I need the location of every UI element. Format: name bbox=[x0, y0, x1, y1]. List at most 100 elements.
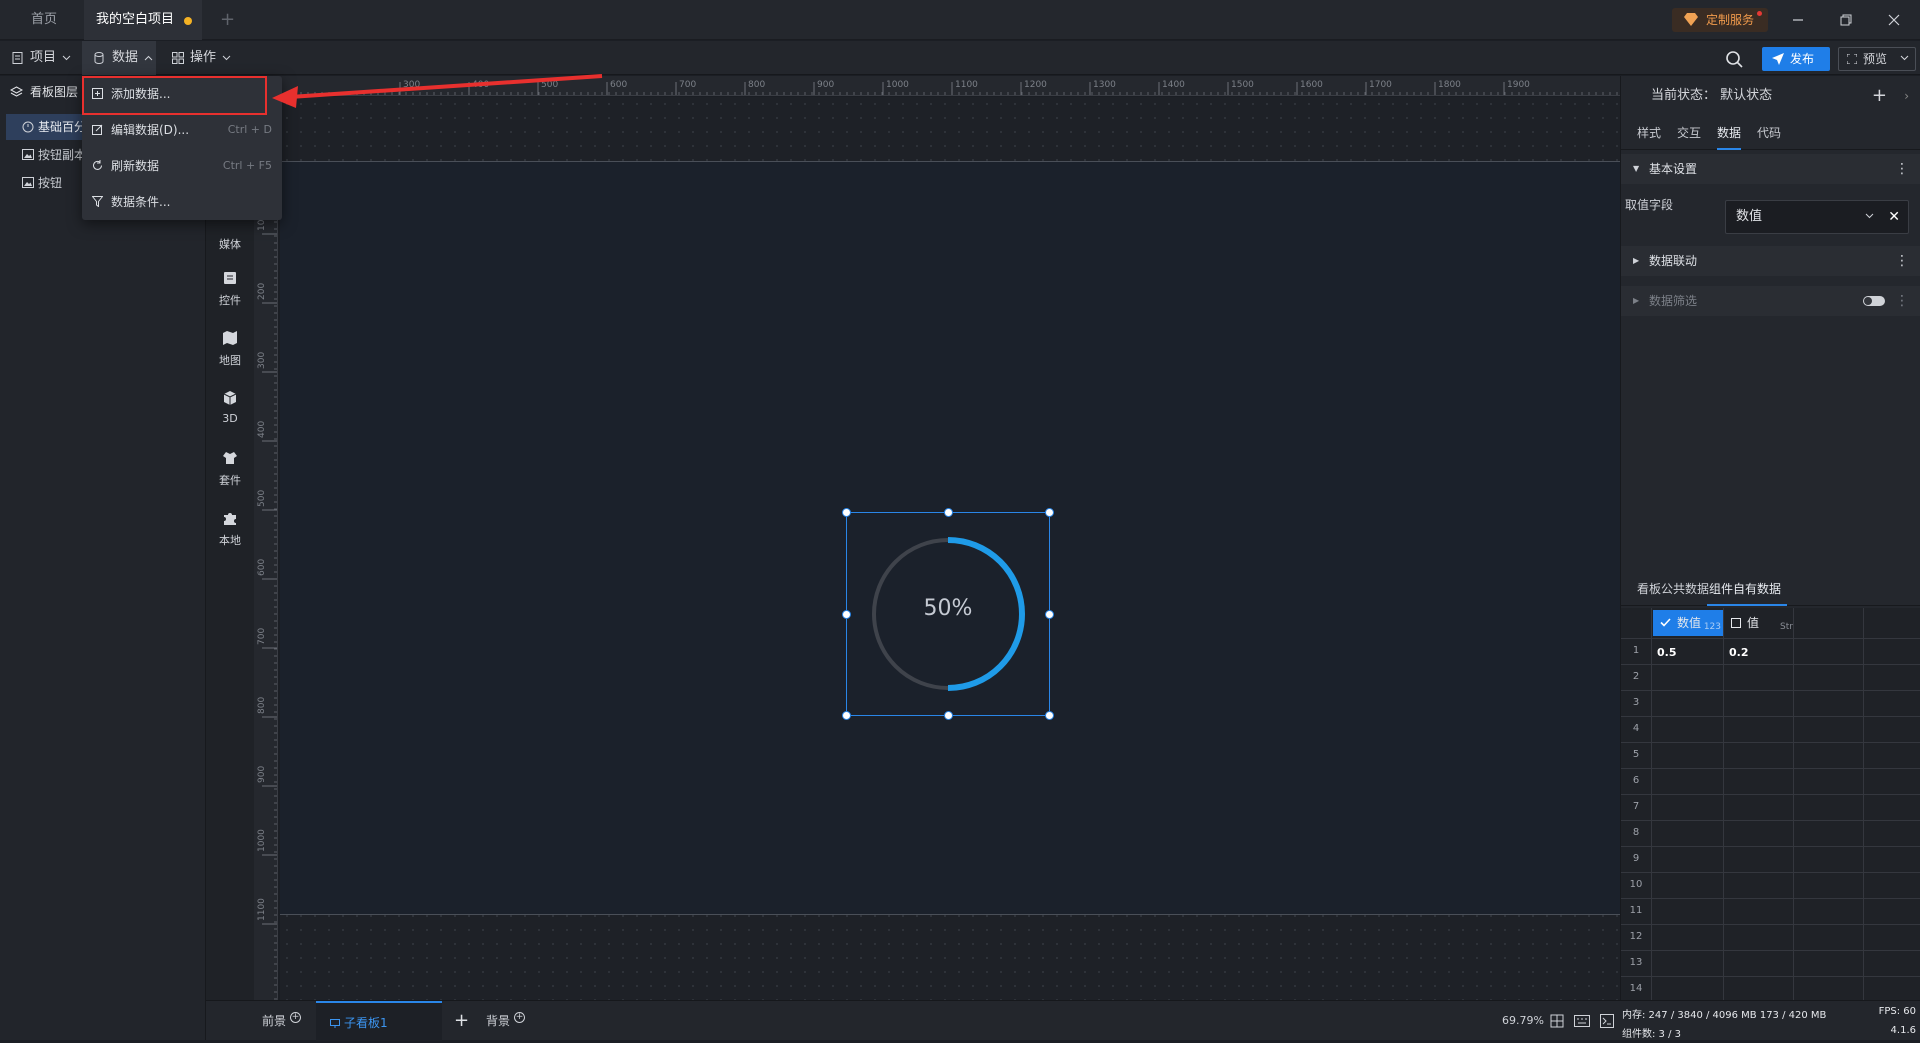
category-local[interactable]: 本地 bbox=[206, 502, 254, 552]
ruler-label: 600 bbox=[610, 80, 627, 90]
caret-down-icon: ▼ bbox=[1633, 164, 1640, 173]
tab-project[interactable]: 我的空白项目 bbox=[84, 0, 202, 40]
section-data-link[interactable]: ▶ 数据联动 ⋮ bbox=[1621, 246, 1920, 276]
grid-row-line bbox=[1621, 820, 1920, 821]
memory-status: 内存: 247 / 3840 / 4096 MB 173 / 420 MB bbox=[1622, 1010, 1827, 1021]
data-filter-toggle[interactable] bbox=[1863, 296, 1885, 306]
chevron-right-icon[interactable]: › bbox=[1904, 76, 1909, 116]
current-state-label: 当前状态： 默认状态 bbox=[1651, 88, 1773, 103]
menu-data-label: 数据 bbox=[112, 50, 139, 65]
tab-sub-board[interactable]: 子看板1 bbox=[316, 1001, 442, 1041]
tab-foreground[interactable]: 前景 + bbox=[262, 1001, 302, 1041]
tab-own-data[interactable]: 组件自有数据 bbox=[1707, 572, 1787, 606]
layers-icon bbox=[10, 86, 23, 97]
category-label: 套件 bbox=[219, 474, 241, 487]
menu-item-edit-data[interactable]: 编辑数据(D)... Ctrl + D bbox=[82, 112, 282, 148]
menu-item-label: 刷新数据 bbox=[111, 159, 160, 173]
row-number: 12 bbox=[1629, 931, 1643, 942]
add-circle-icon[interactable]: + bbox=[290, 1012, 302, 1023]
resize-handle-sw[interactable] bbox=[842, 711, 851, 720]
fullscreen-icon bbox=[1847, 54, 1857, 64]
resize-handle-ne[interactable] bbox=[1045, 508, 1054, 517]
more-icon[interactable]: ⋮ bbox=[1895, 246, 1909, 276]
tab-data[interactable]: 数据 bbox=[1717, 116, 1742, 150]
category-label: 本地 bbox=[219, 534, 241, 547]
document-icon bbox=[12, 52, 23, 64]
column-header-val[interactable]: 值 Str bbox=[1725, 610, 1795, 636]
more-icon[interactable]: ⋮ bbox=[1895, 154, 1909, 184]
category-widget[interactable]: 控件 bbox=[206, 262, 254, 312]
menu-data[interactable]: 数据 bbox=[82, 41, 156, 75]
resize-handle-w[interactable] bbox=[842, 610, 851, 619]
minimize-button[interactable] bbox=[1776, 0, 1820, 40]
add-state-button[interactable]: + bbox=[1872, 76, 1887, 116]
row-number: 9 bbox=[1632, 853, 1640, 864]
category-label: 地图 bbox=[219, 354, 241, 367]
column-type: Str bbox=[1780, 622, 1793, 632]
tab-background[interactable]: 背景 + bbox=[486, 1001, 526, 1041]
ruler-vertical[interactable]: 100 200 300 400 500 600 700 800 900 1000 1100 bbox=[254, 96, 278, 1000]
data-grid[interactable]: 数值 123 值 Str 1 2 3 4 5 6 7 8 9 10 11 12 13 14 0.5 0.2 bbox=[1621, 608, 1920, 1000]
add-tab-button[interactable]: + bbox=[208, 0, 235, 40]
resize-handle-se[interactable] bbox=[1045, 711, 1054, 720]
value-field-select[interactable]: 数值 ✕ bbox=[1725, 200, 1909, 234]
canvas-area[interactable]: 50% bbox=[280, 97, 1620, 1000]
custom-service-button[interactable]: 定制服务 bbox=[1672, 8, 1768, 32]
close-button[interactable] bbox=[1872, 0, 1916, 40]
category-label: 控件 bbox=[219, 294, 241, 307]
restore-button[interactable] bbox=[1824, 0, 1868, 40]
fit-screen-icon[interactable] bbox=[1550, 1014, 1564, 1028]
menu-item-data-condition[interactable]: 数据条件... bbox=[82, 184, 282, 220]
notification-dot bbox=[1757, 11, 1762, 16]
database-icon bbox=[94, 52, 104, 64]
add-board-button[interactable]: + bbox=[454, 1001, 469, 1041]
keyboard-icon[interactable] bbox=[1574, 1015, 1590, 1027]
selected-percent-component[interactable]: 50% bbox=[842, 508, 1054, 720]
resize-handle-s[interactable] bbox=[944, 711, 953, 720]
publish-button[interactable]: 发布 bbox=[1762, 47, 1830, 71]
section-title: 数据联动 bbox=[1649, 254, 1698, 268]
tab-code[interactable]: 代码 bbox=[1757, 116, 1781, 150]
menu-project[interactable]: 项目 bbox=[0, 41, 82, 75]
grid-cell[interactable]: 0.5 bbox=[1657, 646, 1677, 659]
tab-style[interactable]: 样式 bbox=[1637, 116, 1661, 150]
menu-item-shortcut: Ctrl + D bbox=[227, 123, 272, 136]
ruler-label: 500 bbox=[257, 490, 267, 507]
layer-item-label: 基础百分 bbox=[38, 120, 87, 134]
menu-item-refresh-data[interactable]: 刷新数据 Ctrl + F5 bbox=[82, 148, 282, 184]
clear-icon[interactable]: ✕ bbox=[1888, 201, 1900, 233]
highlight-box bbox=[82, 76, 267, 115]
section-basic-settings[interactable]: ▼ 基本设置 ⋮ bbox=[1621, 154, 1920, 184]
menu-item-label: 编辑数据(D)... bbox=[111, 123, 190, 137]
row-number: 11 bbox=[1629, 905, 1643, 916]
dashboard-board[interactable]: 50% bbox=[280, 161, 1620, 915]
resize-handle-e[interactable] bbox=[1045, 610, 1054, 619]
grid-cell[interactable]: 0.2 bbox=[1729, 646, 1749, 659]
column-header-value[interactable]: 数值 123 bbox=[1653, 610, 1723, 636]
section-data-filter[interactable]: ▶ 数据筛选 ⋮ bbox=[1621, 286, 1920, 316]
category-3d[interactable]: 3D bbox=[206, 382, 254, 432]
category-label: 3D bbox=[222, 412, 238, 425]
category-suit[interactable]: 套件 bbox=[206, 442, 254, 492]
category-map[interactable]: 地图 bbox=[206, 322, 254, 372]
tab-home[interactable]: 首页 bbox=[10, 0, 78, 40]
layer-item-label: 按钮 bbox=[38, 176, 63, 190]
zoom-level[interactable]: 69.79% bbox=[1502, 1001, 1544, 1041]
more-icon[interactable]: ⋮ bbox=[1895, 286, 1909, 316]
ruler-label: 900 bbox=[817, 80, 834, 90]
resize-handle-nw[interactable] bbox=[842, 508, 851, 517]
terminal-icon[interactable] bbox=[1600, 1014, 1614, 1028]
menu-operation[interactable]: 操作 bbox=[160, 41, 240, 75]
resize-handle-n[interactable] bbox=[944, 508, 953, 517]
add-circle-icon[interactable]: + bbox=[514, 1012, 526, 1023]
refresh-icon bbox=[93, 160, 102, 170]
ruler-label: 200 bbox=[257, 283, 267, 300]
preview-button[interactable]: 预览 bbox=[1838, 47, 1916, 71]
caret-right-icon: ▶ bbox=[1633, 296, 1640, 305]
tab-public-data[interactable]: 看板公共数据 bbox=[1637, 572, 1709, 606]
tab-interaction[interactable]: 交互 bbox=[1677, 116, 1701, 150]
value-field-label: 取值字段 bbox=[1625, 198, 1674, 212]
filter-icon bbox=[92, 196, 103, 207]
chevron-up-icon bbox=[144, 55, 153, 61]
search-button[interactable] bbox=[1722, 47, 1746, 71]
